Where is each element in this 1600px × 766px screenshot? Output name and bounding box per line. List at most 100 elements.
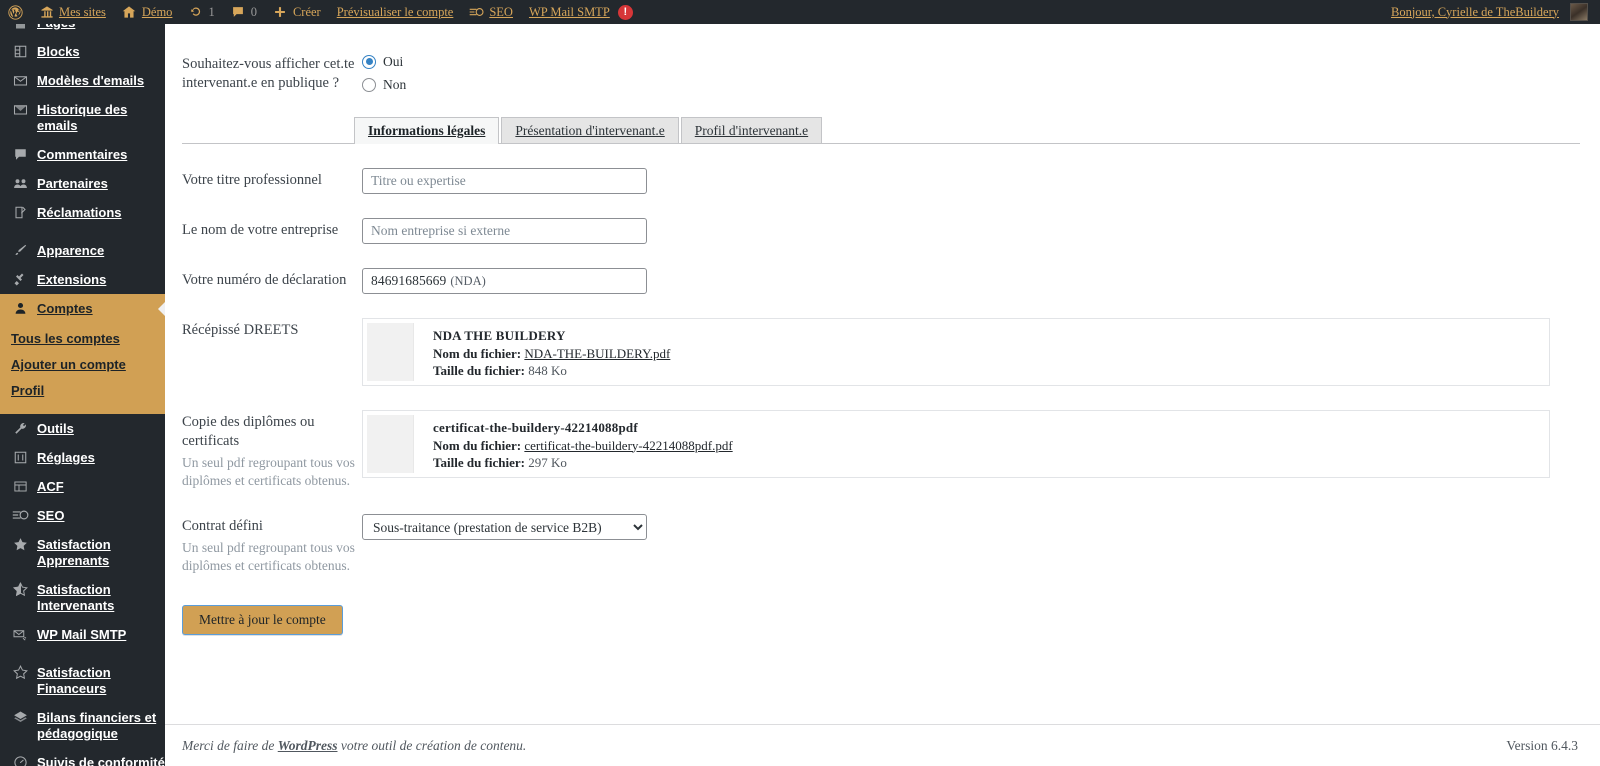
contract-select[interactable]: Sous-traitance (prestation de service B2… [362,514,647,540]
sidebar-item-plugins[interactable]: Extensions [0,265,165,294]
alert-badge-icon: ! [617,4,633,20]
sidebar-item-seo[interactable]: SEO [0,501,165,530]
visibility-label: Souhaitez-vous afficher cet.te intervena… [182,56,355,91]
sidebar-item-settings[interactable]: Réglages [0,443,165,472]
tab-profil-intervenant[interactable]: Profil d'intervenant.e [680,117,823,143]
admin-bar: Mes sites Démo 1 0 Créer Prévisualiser l… [0,0,1600,24]
admin-bar-new-content-label: Créer [292,4,321,19]
user-icon [11,301,29,316]
sidebar-item-acf[interactable]: ACF [0,472,165,501]
sites-icon [39,5,54,20]
footer-version: Version 6.4.3 [1506,737,1578,753]
sidebar-item-email-templates[interactable]: Modèles d'emails [0,66,165,95]
radio-option-non[interactable]: Non [362,75,1580,94]
sidebar-item-wp-mail-smtp-label: WP Mail SMTP [37,627,127,642]
admin-bar-seo[interactable]: SEO [461,0,521,24]
admin-bar-preview-account[interactable]: Prévisualiser le compte [329,0,462,24]
sidebar-item-pages[interactable]: Pages [0,24,165,37]
field-row-contract: Contrat défini Un seul pdf regroupant to… [182,514,1580,575]
sidebar-item-satisfaction-apprenants[interactable]: Satisfaction Apprenants [0,530,165,575]
admin-bar-my-sites[interactable]: Mes sites [31,0,114,24]
admin-bar-my-account[interactable]: Bonjour, Cyrielle de TheBuildery [1383,0,1596,24]
admin-sidebar-menu: Pages Blocks Modèles d'emails Historique… [0,24,165,766]
sidebar-item-plugins-label: Extensions [37,272,107,287]
company-control: Nom entreprise si externe [362,218,1580,244]
declaration-value: 84691685669 [371,273,447,288]
sidebar-item-satisfaction-financeurs[interactable]: Satisfaction Financeurs [0,658,165,703]
dreets-filename-link[interactable]: NDA-THE-BUILDERY.pdf [524,346,670,361]
radio-oui-input[interactable] [362,54,376,69]
main-content: Souhaitez-vous afficher cet.te intervena… [165,24,1600,766]
sidebar-separator-2 [0,649,165,658]
star-half-icon [11,582,29,597]
declaration-input[interactable]: 84691685669 (NDA) [362,268,647,294]
star-filled-icon [11,537,29,552]
sidebar-item-email-templates-label: Modèles d'emails [37,73,145,88]
admin-bar-wp-mail-smtp[interactable]: WP Mail SMTP ! [521,0,641,24]
file-meta-dreets: NDA THE BUILDERY Nom du fichier: NDA-THE… [414,319,670,385]
sidebar-item-tools-label: Outils [37,421,74,436]
footer-text-after: votre outil de création de contenu. [337,737,527,753]
claims-icon [11,205,29,220]
sidebar-item-satisfaction-intervenants-label: Satisfaction Intervenants [37,582,115,613]
diplomas-filesize-line: Taille du fichier: 297 Ko [433,455,733,472]
radio-option-oui[interactable]: Oui [362,52,1580,71]
sidebar-subitem-profil[interactable]: Profil [11,378,165,404]
sidebar-item-comptes[interactable]: Comptes [0,294,165,323]
updates-icon [188,5,203,20]
layers-icon [11,710,29,725]
file-block-dreets[interactable]: NDA THE BUILDERY Nom du fichier: NDA-THE… [362,318,1550,386]
title-input[interactable]: Titre ou expertise [362,168,647,194]
comment-bubble-icon [11,147,29,162]
diplomas-file-title: certificat-the-buildery-42214088pdf [433,420,638,435]
diplomas-control: certificat-the-buildery-42214088pdf Nom … [362,410,1580,478]
radio-non-input[interactable] [362,77,376,92]
tab-presentation-intervenant[interactable]: Présentation d'intervenant.e [501,117,679,143]
sidebar-item-suivis-conformite-label: Suivis de conformité [37,755,165,766]
admin-bar-updates[interactable]: 1 [180,0,222,24]
sidebar-subitem-tous-les-comptes[interactable]: Tous les comptes [11,326,165,352]
admin-bar-new-content[interactable]: Créer [265,0,329,24]
sidebar-item-claims[interactable]: Réclamations [0,198,165,227]
footer-wordpress-link[interactable]: WordPress [278,738,338,753]
update-account-button[interactable]: Mettre à jour le compte [182,605,343,635]
plus-icon [273,5,288,20]
sidebar-item-partners[interactable]: Partenaires [0,169,165,198]
radio-non-label: Non [383,76,407,92]
sidebar-item-email-history[interactable]: Historique des emails [0,95,165,140]
file-block-diplomas[interactable]: certificat-the-buildery-42214088pdf Nom … [362,410,1550,478]
sidebar-item-appearance-label: Apparence [37,243,105,258]
dreets-filesize-line: Taille du fichier: 848 Ko [433,363,670,380]
diplomas-filename-link[interactable]: certificat-the-buildery-42214088pdf.pdf [524,438,732,453]
sidebar-item-satisfaction-intervenants[interactable]: Satisfaction Intervenants [0,575,165,620]
dashboard-gauge-icon [11,755,29,766]
sidebar-item-email-history-label: Historique des emails [37,102,128,133]
admin-bar-site-name[interactable]: Démo [114,0,181,24]
title-control: Titre ou expertise [362,168,1580,194]
plug-icon [11,272,29,287]
wordpress-logo-menu[interactable] [0,0,31,24]
admin-bar-my-sites-label: Mes sites [59,4,106,19]
sidebar-item-wp-mail-smtp[interactable]: WP Mail SMTP [0,620,165,649]
sidebar-item-appearance[interactable]: Apparence [0,236,165,265]
partners-icon [11,176,29,191]
seo-slider-icon [469,5,484,20]
brush-icon [11,243,29,258]
sidebar-item-suivis-conformite[interactable]: Suivis de conformité [0,748,165,766]
sidebar-submenu-comptes: Tous les comptes Ajouter un compte Profi… [0,323,165,414]
seo-slider-icon [11,508,29,522]
admin-bar-site-name-label: Démo [141,4,173,19]
dreets-control: NDA THE BUILDERY Nom du fichier: NDA-THE… [362,318,1580,386]
sidebar-item-comments[interactable]: Commentaires [0,140,165,169]
tab-informations-legales[interactable]: Informations légales [354,117,500,144]
company-input[interactable]: Nom entreprise si externe [362,218,647,244]
home-icon [122,5,137,20]
sidebar-item-bilans[interactable]: Bilans financiers et pédagogique [0,703,165,748]
admin-bar-comments[interactable]: 0 [223,0,265,24]
sidebar-item-tools[interactable]: Outils [0,414,165,443]
sidebar-item-blocks[interactable]: Blocks [0,37,165,66]
sidebar-subitem-ajouter-un-compte[interactable]: Ajouter un compte [11,352,165,378]
sidebar-item-comptes-label: Comptes [37,301,93,316]
footer-text-before: Merci de faire de [182,737,278,753]
diplomas-filename-line: Nom du fichier: certificat-the-buildery-… [433,438,733,455]
